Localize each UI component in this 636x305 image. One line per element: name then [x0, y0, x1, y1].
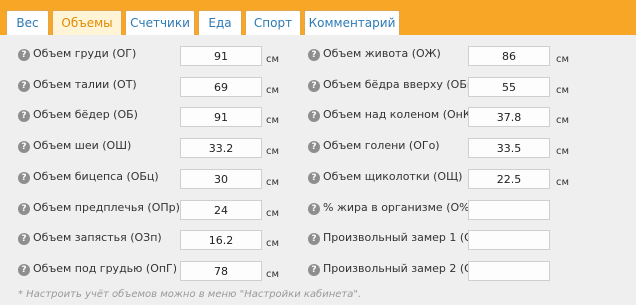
measurement-input[interactable] [180, 261, 262, 281]
measurement-row-right: ?Объем голени (ОГо) см [308, 138, 588, 158]
measurement-row-right: ? Произвольный замер 1 (О1) [308, 230, 588, 250]
unit-label: см [266, 238, 280, 249]
help-icon[interactable]: ? [308, 141, 320, 153]
measurement-row-right: ?Объем щиколотки (ОЩ) см [308, 169, 588, 189]
measurement-input[interactable] [180, 107, 262, 127]
measurement-row-left: ?Объем бицепса (ОБц) см [18, 169, 298, 189]
unit-label: см [266, 146, 280, 157]
measurement-input[interactable] [468, 200, 550, 220]
measurement-label: Произвольный замер 2 (О2) [323, 262, 485, 275]
measurement-row-right: ?Объем над коленом (ОнК) см [308, 107, 588, 127]
help-icon[interactable]: ? [18, 80, 30, 92]
help-icon[interactable]: ? [308, 264, 320, 276]
help-icon[interactable]: ? [308, 80, 320, 92]
unit-label: см [556, 54, 570, 65]
tab-volumes[interactable]: Объемы [52, 10, 122, 35]
measurement-row-left: ?Объем шеи (ОШ) см [18, 138, 298, 158]
settings-footnote: * Настроить учёт объемов можно в меню "Н… [18, 289, 362, 300]
help-icon[interactable]: ? [18, 233, 30, 245]
measurement-row-left: ?Объем талии (ОТ) см [18, 77, 298, 97]
measurement-row-left: ?Объем бёдер (ОБ) см [18, 107, 298, 127]
unit-label: см [556, 146, 570, 157]
measurement-row-left: ?Объем предплечья (ОПр) см [18, 200, 298, 220]
measurement-row-left: ?Объем под грудью (ОпГ) см [18, 261, 298, 281]
unit-label: см [556, 115, 570, 126]
measurement-input[interactable] [468, 230, 550, 250]
measurement-row-right: ?% жира в организме (О%) [308, 200, 588, 220]
help-icon[interactable]: ? [308, 49, 320, 61]
measurement-input[interactable] [180, 77, 262, 97]
measurement-input[interactable] [180, 169, 262, 189]
measurement-label: Объем голени (ОГо) [323, 139, 440, 152]
measurement-label: Объем бицепса (ОБц) [33, 170, 159, 183]
measurement-input[interactable] [468, 46, 550, 66]
help-icon[interactable]: ? [18, 110, 30, 122]
tab-bar: Вес Объемы Счетчики Еда Спорт Комментари… [0, 0, 636, 35]
help-icon[interactable]: ? [18, 141, 30, 153]
measurement-label: Объем запястья (ОЗп) [33, 231, 162, 244]
help-icon[interactable]: ? [18, 203, 30, 215]
measurement-label: % жира в организме (О%) [323, 201, 474, 214]
help-icon[interactable]: ? [308, 172, 320, 184]
help-icon[interactable]: ? [18, 49, 30, 61]
measurement-input[interactable] [468, 107, 550, 127]
unit-label: см [266, 269, 280, 280]
measurement-row-right: ? Произвольный замер 2 (О2) [308, 261, 588, 281]
measurement-label: Объем под грудью (ОпГ) [33, 262, 178, 275]
measurement-input[interactable] [180, 138, 262, 158]
measurement-row-right: ?Объем живота (ОЖ) см [308, 46, 588, 66]
tab-weight[interactable]: Вес [6, 10, 49, 35]
unit-label: см [266, 177, 280, 188]
measurement-row-right: ?Объем бёдра вверху (ОБв) см [308, 77, 588, 97]
measurement-label: Объем шеи (ОШ) [33, 139, 132, 152]
measurement-label: Объем предплечья (ОПр) [33, 201, 180, 214]
unit-label: см [266, 208, 280, 219]
unit-label: см [556, 177, 570, 188]
measurement-row-left: ?Объем запястья (ОЗп) см [18, 230, 298, 250]
measurement-label: Произвольный замер 1 (О1) [323, 231, 485, 244]
tab-sport[interactable]: Спорт [245, 10, 301, 35]
measurement-label: Объем над коленом (ОнК) [323, 108, 475, 121]
unit-label: см [266, 54, 280, 65]
measurement-row-left: ?Объем груди (ОГ) см [18, 46, 298, 66]
measurement-label: Объем талии (ОТ) [33, 78, 137, 91]
tab-comment[interactable]: Комментарий [304, 10, 400, 35]
help-icon[interactable]: ? [308, 233, 320, 245]
measurement-label: Объем бёдер (ОБ) [33, 108, 138, 121]
unit-label: см [556, 85, 570, 96]
help-icon[interactable]: ? [308, 110, 320, 122]
measurement-input[interactable] [180, 200, 262, 220]
measurement-input[interactable] [468, 169, 550, 189]
help-icon[interactable]: ? [18, 172, 30, 184]
measurement-input[interactable] [468, 261, 550, 281]
help-icon[interactable]: ? [308, 203, 320, 215]
measurement-label: Объем живота (ОЖ) [323, 47, 441, 60]
unit-label: см [266, 115, 280, 126]
measurement-input[interactable] [180, 230, 262, 250]
measurement-input[interactable] [468, 138, 550, 158]
help-icon[interactable]: ? [18, 264, 30, 276]
tab-counters[interactable]: Счетчики [125, 10, 195, 35]
tab-food[interactable]: Еда [198, 10, 242, 35]
measurement-label: Объем груди (ОГ) [33, 47, 137, 60]
measurement-label: Объем бёдра вверху (ОБв) [323, 78, 478, 91]
measurement-input[interactable] [180, 46, 262, 66]
measurement-input[interactable] [468, 77, 550, 97]
measurement-label: Объем щиколотки (ОЩ) [323, 170, 463, 183]
unit-label: см [266, 85, 280, 96]
